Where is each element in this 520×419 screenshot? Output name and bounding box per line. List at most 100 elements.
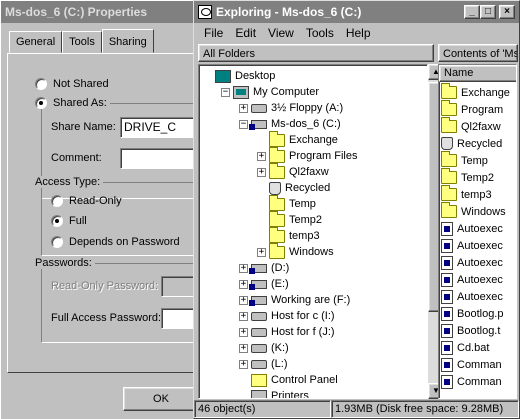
ok-button[interactable]: OK bbox=[123, 387, 199, 411]
expand-toggle[interactable]: + bbox=[257, 247, 266, 257]
file-icon bbox=[441, 374, 453, 389]
radio-button[interactable] bbox=[51, 236, 63, 248]
passwords-label: Passwords: bbox=[35, 257, 95, 269]
list-item[interactable]: Autoexec bbox=[441, 220, 503, 237]
shared-as-radio[interactable]: Shared As: bbox=[35, 97, 110, 109]
list-item[interactable]: Ql2faxw bbox=[441, 117, 501, 135]
tree-item[interactable]: + Host for f (J:) bbox=[239, 324, 335, 340]
tree-item[interactable]: + Host for c (I:) bbox=[239, 308, 335, 324]
menu-view[interactable]: View bbox=[262, 24, 300, 42]
tree-item[interactable]: Recycled bbox=[257, 180, 330, 196]
list-item[interactable]: temp3 bbox=[441, 185, 492, 203]
explorer-titlebar: Exploring - Ms-dos_6 (C:) _ □ × bbox=[194, 1, 519, 23]
file-icon bbox=[441, 238, 453, 253]
list-item[interactable]: Autoexec bbox=[441, 237, 503, 254]
tree-item[interactable]: Control Panel bbox=[239, 372, 338, 388]
hard-drive-icon bbox=[249, 119, 267, 130]
expand-toggle[interactable]: + bbox=[239, 359, 248, 369]
menu-edit[interactable]: Edit bbox=[229, 24, 262, 42]
explorer-window: Exploring - Ms-dos_6 (C:) _ □ × File Edi… bbox=[193, 0, 520, 419]
expand-toggle[interactable]: + bbox=[239, 103, 248, 113]
list-item[interactable]: Comman bbox=[441, 373, 502, 390]
full-radio[interactable]: Full bbox=[51, 215, 87, 227]
depends-on-password-label: Depends on Password bbox=[69, 236, 180, 248]
menu-tools[interactable]: Tools bbox=[300, 24, 340, 42]
tree-item[interactable]: + Windows bbox=[257, 242, 334, 260]
expand-toggle[interactable]: + bbox=[239, 263, 248, 273]
list-item[interactable]: Program bbox=[441, 100, 503, 118]
tree-item[interactable]: + (D:) bbox=[239, 260, 289, 276]
list-item[interactable]: Autoexec bbox=[441, 288, 503, 305]
tree-item-label: 3½ Floppy (A:) bbox=[271, 102, 344, 114]
read-only-password-label: Read-Only Password: bbox=[51, 280, 158, 292]
menu-file[interactable]: File bbox=[198, 24, 229, 42]
not-shared-radio[interactable]: Not Shared bbox=[35, 78, 109, 90]
expand-toggle[interactable]: + bbox=[257, 167, 266, 177]
comment-field[interactable] bbox=[120, 148, 201, 169]
share-name-field[interactable]: DRIVE_C bbox=[120, 117, 201, 138]
collapse-toggle[interactable]: − bbox=[239, 119, 248, 129]
folder-icon bbox=[269, 226, 285, 243]
radio-button[interactable] bbox=[35, 78, 47, 90]
tree-item-label: (E:) bbox=[271, 278, 289, 290]
list-item[interactable]: Exchange bbox=[441, 83, 510, 101]
tree-item-label: Windows bbox=[289, 246, 334, 258]
tree-item[interactable]: +3½ Floppy (A:) bbox=[239, 100, 343, 116]
list-item-label: Autoexec bbox=[457, 239, 503, 252]
read-only-radio[interactable]: Read-Only bbox=[51, 195, 122, 207]
file-icon bbox=[441, 323, 453, 338]
expand-toggle[interactable]: + bbox=[239, 279, 248, 289]
tree-item[interactable]: Desktop bbox=[203, 68, 275, 84]
tree-item-label: Working are (F:) bbox=[271, 294, 351, 306]
tree-item[interactable]: temp3 bbox=[257, 226, 320, 244]
name-column-header[interactable]: Name bbox=[439, 65, 516, 82]
tree-item-label: Recycled bbox=[285, 182, 331, 194]
expand-toggle[interactable]: + bbox=[239, 327, 248, 337]
tab-tools[interactable]: Tools bbox=[62, 31, 102, 53]
list-item[interactable]: Bootlog.p bbox=[441, 305, 503, 322]
radio-button[interactable] bbox=[51, 195, 63, 207]
tree-item[interactable]: Printers bbox=[239, 388, 309, 398]
radio-button[interactable] bbox=[51, 215, 63, 227]
list-item[interactable]: Bootlog.t bbox=[441, 322, 500, 339]
file-icon bbox=[441, 306, 453, 321]
expand-toggle[interactable]: + bbox=[239, 295, 248, 305]
tree-item[interactable]: + (L:) bbox=[239, 356, 288, 372]
recycle-bin-icon bbox=[441, 137, 453, 150]
tree-item-label: Host for f (J:) bbox=[271, 326, 335, 338]
expand-toggle[interactable]: + bbox=[239, 311, 248, 321]
tree-item[interactable]: + (K:) bbox=[239, 340, 289, 356]
depends-on-password-radio[interactable]: Depends on Password bbox=[51, 236, 180, 248]
list-item[interactable]: Autoexec bbox=[441, 271, 503, 288]
minimize-button[interactable]: _ bbox=[464, 5, 480, 19]
list-item[interactable]: Autoexec bbox=[441, 254, 503, 271]
close-button[interactable]: × bbox=[499, 5, 515, 19]
all-folders-header: All Folders bbox=[198, 44, 434, 62]
tree-item[interactable]: Temp2 bbox=[257, 210, 322, 228]
list-item[interactable]: Temp bbox=[441, 151, 488, 169]
tree-item[interactable]: + Ql2faxw bbox=[257, 162, 329, 180]
list-item-label: Comman bbox=[457, 375, 502, 388]
properties-dialog: Ms-dos_6 (C:) Properties General Tools S… bbox=[0, 0, 201, 419]
tree-item[interactable]: Temp bbox=[257, 194, 316, 212]
list-item[interactable]: Temp2 bbox=[441, 168, 494, 186]
tree-item[interactable]: − Ms-dos_6 (C:) bbox=[239, 116, 341, 132]
expand-toggle[interactable]: + bbox=[257, 151, 266, 161]
list-item[interactable]: Recycled bbox=[441, 135, 502, 152]
comment-label: Comment: bbox=[51, 152, 102, 164]
tree-item[interactable]: + (E:) bbox=[239, 276, 289, 292]
maximize-button[interactable]: □ bbox=[480, 5, 496, 19]
collapse-toggle[interactable]: − bbox=[221, 87, 230, 97]
tree-item[interactable]: − My Computer bbox=[221, 84, 319, 100]
tree-item[interactable]: + Working are (F:) bbox=[239, 292, 350, 308]
tab-sharing[interactable]: Sharing bbox=[101, 29, 154, 53]
list-item-label: Comman bbox=[457, 358, 502, 371]
tab-general[interactable]: General bbox=[9, 31, 63, 53]
expand-toggle[interactable]: + bbox=[239, 343, 248, 353]
list-item[interactable]: Cd.bat bbox=[441, 339, 489, 356]
list-item[interactable]: Comman bbox=[441, 356, 502, 373]
desktop-icon bbox=[215, 69, 231, 83]
menu-help[interactable]: Help bbox=[340, 24, 377, 42]
list-item[interactable]: Windows bbox=[441, 202, 506, 220]
radio-button[interactable] bbox=[35, 97, 47, 109]
